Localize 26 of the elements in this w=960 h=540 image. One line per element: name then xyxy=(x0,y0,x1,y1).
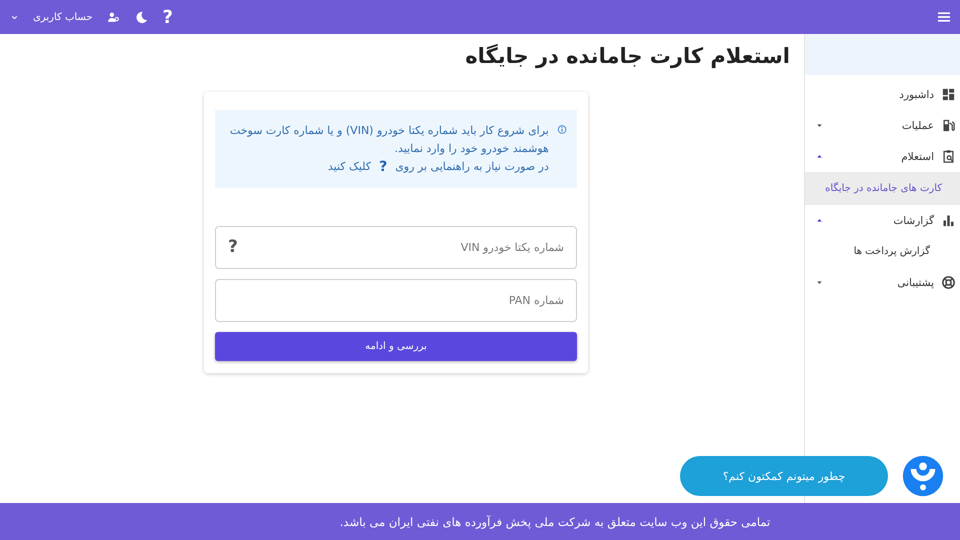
clipboard-search-icon xyxy=(941,149,956,164)
dashboard-icon xyxy=(941,87,956,102)
users-icon xyxy=(106,10,120,24)
help-hint-text: در صورت نیاز به راهنمایی بر روی xyxy=(395,159,549,175)
submit-button[interactable]: بررسی و ادامه xyxy=(215,332,577,361)
lifebuoy-icon xyxy=(941,275,956,290)
page-title: استعلام کارت جامانده در جایگاه xyxy=(464,44,790,68)
help-button[interactable]: ? xyxy=(162,6,173,28)
help-mark: ? xyxy=(379,158,388,176)
fuel-pump-icon xyxy=(941,118,956,133)
sidebar-subitem[interactable]: گزارش پرداخت ها xyxy=(805,236,960,267)
support-logo-icon[interactable] xyxy=(902,455,944,497)
copyright-text: تمامی حقوق این وب سایت متعلق به شرکت ملی پخش فرآورده های نفتی ایران می باشد. xyxy=(340,514,770,528)
sidebar-item[interactable]: گزارشات xyxy=(805,205,960,236)
help-hint-text: کلیک کنید xyxy=(328,159,372,175)
bar-chart-icon xyxy=(941,213,956,228)
sidebar-item[interactable]: داشبورد xyxy=(805,79,960,110)
sidebar-item[interactable]: استعلام xyxy=(805,141,960,172)
input-field[interactable]: شماره PAN xyxy=(215,279,577,322)
moon-icon xyxy=(134,10,149,24)
sidebar-subitem[interactable]: کارت های جامانده در جایگاه xyxy=(805,172,960,205)
sidebar-item[interactable]: عملیات xyxy=(805,110,960,141)
info-text: برای شروع کار باید شماره یکتا خودرو (VIN) و یا شماره کارت سوخت هوشمند خودرو خود را وارد نمایید. xyxy=(228,123,549,157)
sidebar-item[interactable]: پشتیبانی xyxy=(805,267,960,298)
help-mark[interactable]: ? xyxy=(228,237,238,257)
account-menu[interactable]: حساب کاربری xyxy=(33,12,93,22)
